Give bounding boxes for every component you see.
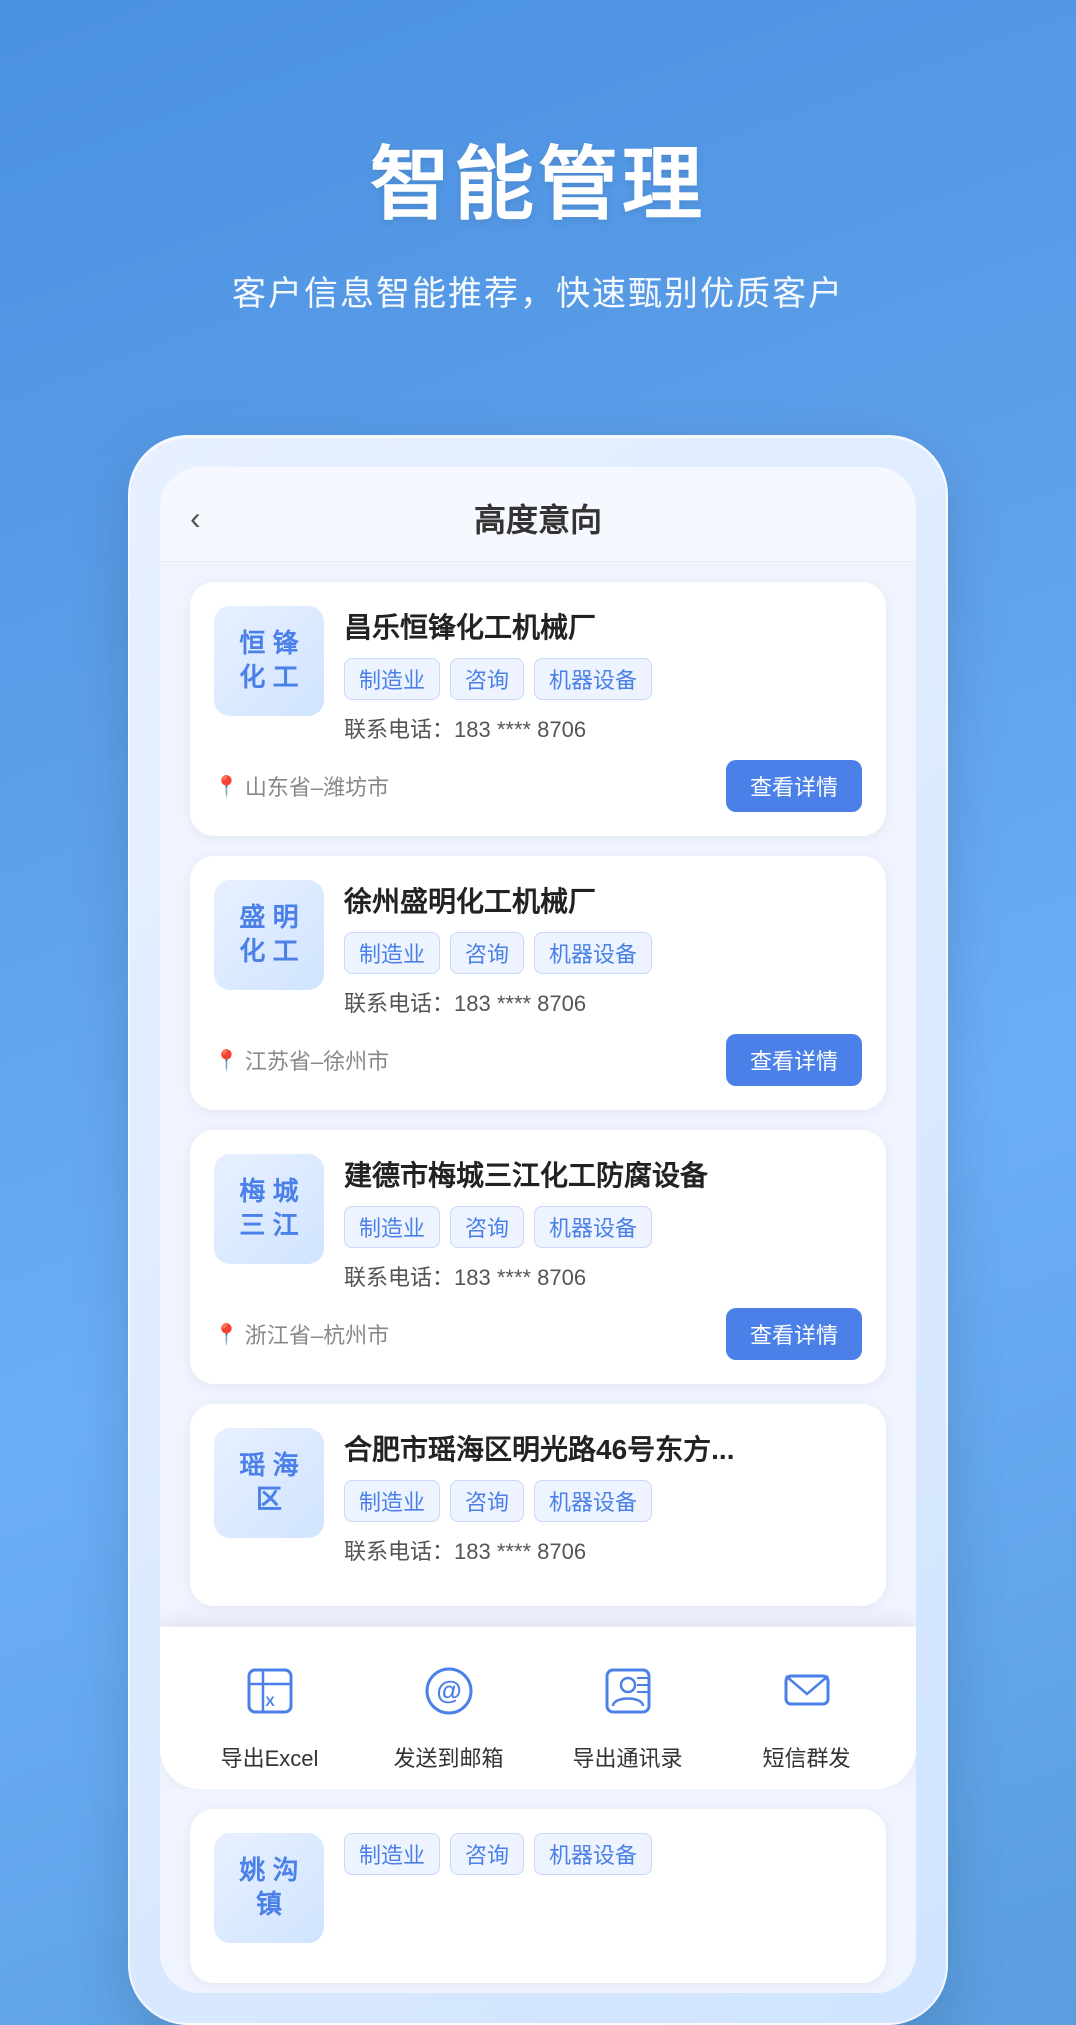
card-right-1: 昌乐恒锋化工机械厂 制造业 咨询 机器设备 联系电话：183 **** 8706 bbox=[344, 606, 862, 744]
card-right-3: 建德市梅城三江化工防腐设备 制造业 咨询 机器设备 联系电话：183 **** … bbox=[344, 1154, 862, 1292]
contacts-icon bbox=[588, 1651, 668, 1731]
partial-avatar: 姚 沟镇 bbox=[214, 1833, 324, 1943]
customer-card-2: 盛 明化 工 徐州盛明化工机械厂 制造业 咨询 机器设备 联系电话：183 **… bbox=[190, 856, 886, 1110]
location-1: 📍 山东省–潍坊市 bbox=[214, 770, 389, 802]
location-icon-1: 📍 bbox=[214, 774, 239, 799]
company-name-2: 徐州盛明化工机械厂 bbox=[344, 880, 862, 920]
tag-1-2: 机器设备 bbox=[534, 658, 652, 700]
action-contacts[interactable]: 导出通讯录 bbox=[568, 1651, 688, 1773]
company-avatar-3: 梅 城三 江 bbox=[214, 1154, 324, 1264]
action-sms[interactable]: 短信群发 bbox=[747, 1651, 867, 1773]
company-avatar-4: 瑶 海区 bbox=[214, 1428, 324, 1538]
back-button[interactable]: ‹ bbox=[190, 500, 201, 537]
bottom-action-bar: X 导出Excel @ 发送到邮箱 bbox=[160, 1626, 916, 1789]
tag-3-1: 咨询 bbox=[450, 1206, 524, 1248]
tags-3: 制造业 咨询 机器设备 bbox=[344, 1206, 862, 1248]
location-3: 📍 浙江省–杭州市 bbox=[214, 1318, 389, 1350]
partial-tags: 制造业 咨询 机器设备 bbox=[344, 1833, 862, 1875]
tag-1-0: 制造业 bbox=[344, 658, 440, 700]
tag-2-1: 咨询 bbox=[450, 932, 524, 974]
card-right-4: 合肥市瑶海区明光路46号东方... 制造业 咨询 机器设备 联系电话：183 *… bbox=[344, 1428, 862, 1566]
hero-subtitle: 客户信息智能推荐，快速甄别优质客户 bbox=[60, 266, 1016, 315]
contacts-label: 导出通讯录 bbox=[572, 1741, 682, 1773]
action-email[interactable]: @ 发送到邮箱 bbox=[389, 1651, 509, 1773]
customer-card-3: 梅 城三 江 建德市梅城三江化工防腐设备 制造业 咨询 机器设备 联系电话：18… bbox=[190, 1130, 886, 1384]
detail-button-3[interactable]: 查看详情 bbox=[726, 1308, 862, 1360]
excel-icon: X bbox=[230, 1651, 310, 1731]
card-top-2: 盛 明化 工 徐州盛明化工机械厂 制造业 咨询 机器设备 联系电话：183 **… bbox=[214, 880, 862, 1018]
partial-tag-0: 制造业 bbox=[344, 1833, 440, 1875]
card-bottom-1: 📍 山东省–潍坊市 查看详情 bbox=[214, 760, 862, 812]
company-avatar-2: 盛 明化 工 bbox=[214, 880, 324, 990]
location-2: 📍 江苏省–徐州市 bbox=[214, 1044, 389, 1076]
card-top-4: 瑶 海区 合肥市瑶海区明光路46号东方... 制造业 咨询 机器设备 联系电话：… bbox=[214, 1428, 862, 1566]
tag-3-0: 制造业 bbox=[344, 1206, 440, 1248]
tag-2-2: 机器设备 bbox=[534, 932, 652, 974]
location-icon-3: 📍 bbox=[214, 1322, 239, 1347]
location-text-1: 山东省–潍坊市 bbox=[245, 770, 389, 802]
partial-card-right: 制造业 咨询 机器设备 bbox=[344, 1833, 862, 1887]
phone-inner: ‹ 高度意向 恒 锋化 工 昌乐恒锋化工机械厂 制造业 咨询 机器设备 bbox=[160, 467, 916, 1993]
location-text-2: 江苏省–徐州市 bbox=[245, 1044, 389, 1076]
detail-button-1[interactable]: 查看详情 bbox=[726, 760, 862, 812]
contact-2: 联系电话：183 **** 8706 bbox=[344, 986, 862, 1018]
contact-1: 联系电话：183 **** 8706 bbox=[344, 712, 862, 744]
tags-1: 制造业 咨询 机器设备 bbox=[344, 658, 862, 700]
svg-text:X: X bbox=[265, 1693, 275, 1709]
customer-card-1: 恒 锋化 工 昌乐恒锋化工机械厂 制造业 咨询 机器设备 联系电话：183 **… bbox=[190, 582, 886, 836]
sms-label: 短信群发 bbox=[762, 1741, 850, 1773]
phone-wrapper: ‹ 高度意向 恒 锋化 工 昌乐恒锋化工机械厂 制造业 咨询 机器设备 bbox=[0, 435, 1076, 2025]
tag-4-1: 咨询 bbox=[450, 1480, 524, 1522]
tag-1-1: 咨询 bbox=[450, 658, 524, 700]
company-name-4: 合肥市瑶海区明光路46号东方... bbox=[344, 1428, 862, 1468]
partial-tag-2: 机器设备 bbox=[534, 1833, 652, 1875]
location-text-3: 浙江省–杭州市 bbox=[245, 1318, 389, 1350]
detail-button-2[interactable]: 查看详情 bbox=[726, 1034, 862, 1086]
company-avatar-1: 恒 锋化 工 bbox=[214, 606, 324, 716]
phone-mockup: ‹ 高度意向 恒 锋化 工 昌乐恒锋化工机械厂 制造业 咨询 机器设备 bbox=[128, 435, 948, 2025]
card-top-1: 恒 锋化 工 昌乐恒锋化工机械厂 制造业 咨询 机器设备 联系电话：183 **… bbox=[214, 606, 862, 744]
tag-2-0: 制造业 bbox=[344, 932, 440, 974]
tag-3-2: 机器设备 bbox=[534, 1206, 652, 1248]
action-excel[interactable]: X 导出Excel bbox=[210, 1651, 330, 1773]
partial-card-top: 姚 沟镇 制造业 咨询 机器设备 bbox=[214, 1833, 862, 1943]
card-bottom-3: 📍 浙江省–杭州市 查看详情 bbox=[214, 1308, 862, 1360]
svg-text:@: @ bbox=[436, 1675, 461, 1705]
phone-header: ‹ 高度意向 bbox=[160, 467, 916, 562]
partial-tag-1: 咨询 bbox=[450, 1833, 524, 1875]
company-name-3: 建德市梅城三江化工防腐设备 bbox=[344, 1154, 862, 1194]
contact-3: 联系电话：183 **** 8706 bbox=[344, 1260, 862, 1292]
card-right-2: 徐州盛明化工机械厂 制造业 咨询 机器设备 联系电话：183 **** 8706 bbox=[344, 880, 862, 1018]
tags-2: 制造业 咨询 机器设备 bbox=[344, 932, 862, 974]
customer-card-4: 瑶 海区 合肥市瑶海区明光路46号东方... 制造业 咨询 机器设备 联系电话：… bbox=[190, 1404, 886, 1606]
excel-label: 导出Excel bbox=[221, 1741, 319, 1773]
tag-4-0: 制造业 bbox=[344, 1480, 440, 1522]
sms-icon bbox=[767, 1651, 847, 1731]
email-icon: @ bbox=[409, 1651, 489, 1731]
contact-4: 联系电话：183 **** 8706 bbox=[344, 1534, 862, 1566]
phone-header-title: 高度意向 bbox=[474, 495, 602, 541]
card-top-3: 梅 城三 江 建德市梅城三江化工防腐设备 制造业 咨询 机器设备 联系电话：18… bbox=[214, 1154, 862, 1292]
tag-4-2: 机器设备 bbox=[534, 1480, 652, 1522]
email-label: 发送到邮箱 bbox=[393, 1741, 503, 1773]
tags-4: 制造业 咨询 机器设备 bbox=[344, 1480, 862, 1522]
partial-card: 姚 沟镇 制造业 咨询 机器设备 bbox=[190, 1809, 886, 1983]
company-name-1: 昌乐恒锋化工机械厂 bbox=[344, 606, 862, 646]
card-bottom-2: 📍 江苏省–徐州市 查看详情 bbox=[214, 1034, 862, 1086]
hero-title: 智能管理 bbox=[60, 120, 1016, 236]
location-icon-2: 📍 bbox=[214, 1048, 239, 1073]
cards-container: 恒 锋化 工 昌乐恒锋化工机械厂 制造业 咨询 机器设备 联系电话：183 **… bbox=[160, 562, 916, 1626]
partial-card-area: 姚 沟镇 制造业 咨询 机器设备 bbox=[160, 1789, 916, 1993]
hero-section: 智能管理 客户信息智能推荐，快速甄别优质客户 bbox=[0, 0, 1076, 375]
